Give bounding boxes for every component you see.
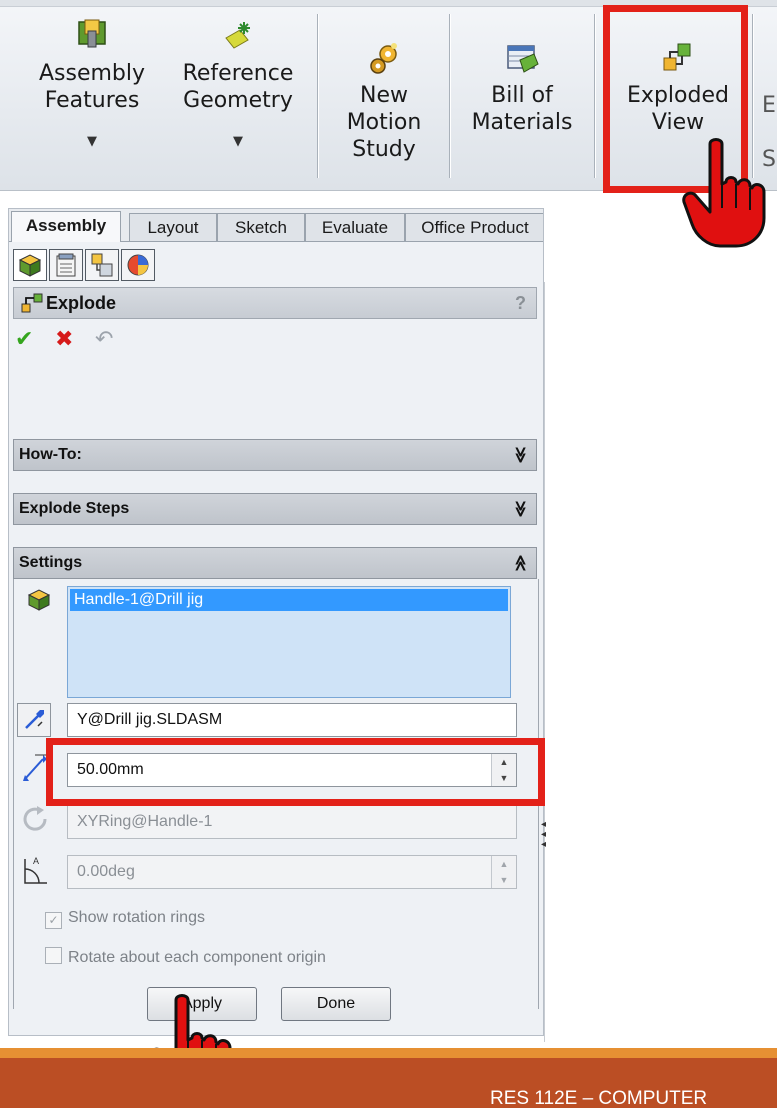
spin-up-icon[interactable]: ▲	[492, 856, 516, 872]
direction-arrow-icon	[25, 710, 44, 729]
cancel-icon[interactable]: ✖	[55, 327, 73, 352]
tab-evaluate[interactable]: Evaluate	[305, 213, 405, 241]
chevron-down-icon[interactable]: ≫	[505, 447, 535, 464]
property-manager-panel: Assembly Layout Sketch Evaluate Office P…	[8, 208, 544, 1036]
property-manager-icon	[56, 253, 76, 277]
settings-label: Settings	[19, 554, 83, 571]
bill-of-materials-icon	[507, 45, 539, 73]
configuration-manager-tab[interactable]	[85, 249, 119, 281]
ribbon-separator	[594, 14, 595, 178]
chevron-down-icon[interactable]: ▼	[170, 128, 306, 155]
feature-manager-icon	[18, 254, 42, 277]
tab-office-products[interactable]: Office Product	[405, 213, 543, 241]
property-manager-tab[interactable]	[49, 249, 83, 281]
motion-study-icon	[370, 43, 397, 74]
direction-field[interactable]: Y@Drill jig.SLDASM	[67, 703, 517, 737]
svg-text:A: A	[33, 856, 39, 866]
rotation-axis-field[interactable]: XYRing@Handle-1	[67, 805, 517, 839]
distance-highlight	[46, 738, 545, 806]
rotate-about-origin-label: Rotate about each component origin	[68, 949, 326, 966]
bill-of-materials-label-1: Bill of	[491, 83, 553, 108]
how-to-group[interactable]: How-To: ≫	[13, 439, 537, 471]
reference-geometry-button[interactable]: Reference Geometry ▼	[170, 18, 306, 155]
reference-geometry-icon	[225, 22, 250, 49]
ribbon-cutoff-label-1: E	[762, 93, 776, 118]
new-motion-study-label-2: Motion	[346, 110, 422, 135]
reference-geometry-label-2: Geometry	[183, 88, 293, 113]
rotate-about-origin-checkbox[interactable]: Rotate about each component origin	[45, 947, 326, 969]
explode-steps-label: Explode Steps	[19, 500, 130, 517]
pointing-hand-icon	[682, 138, 766, 248]
ribbon-separator	[449, 14, 450, 178]
reference-geometry-label-1: Reference	[182, 61, 294, 86]
assembly-features-icon	[78, 19, 106, 48]
explode-header: Explode ?	[13, 287, 537, 319]
help-icon[interactable]: ?	[515, 288, 526, 318]
tab-layout[interactable]: Layout	[129, 213, 217, 241]
checkbox-checked-icon[interactable]: ✓	[45, 912, 62, 929]
new-motion-study-label-3: Study	[352, 137, 416, 162]
ok-icon[interactable]: ✔	[15, 327, 33, 352]
chevron-up-icon[interactable]: ≪	[505, 555, 535, 572]
list-item[interactable]: Handle-1@Drill jig	[70, 589, 508, 611]
footer-accent-bar	[0, 1048, 777, 1058]
assembly-features-label-2: Features	[44, 88, 140, 113]
command-tabs: Assembly Layout Sketch Evaluate Office P…	[9, 209, 543, 242]
panel-splitter-handle[interactable]: ◂ ◂ ◂	[541, 820, 547, 860]
chevron-down-icon[interactable]: ▼	[26, 128, 158, 155]
tab-assembly[interactable]: Assembly	[11, 211, 121, 242]
ribbon-separator	[317, 14, 318, 178]
undo-icon[interactable]: ↶	[95, 327, 113, 352]
direction-button[interactable]	[17, 703, 51, 737]
done-button[interactable]: Done	[281, 987, 391, 1021]
show-rotation-rings-label: Show rotation rings	[68, 909, 205, 926]
bill-of-materials-button[interactable]: Bill of Materials	[458, 42, 586, 136]
chevron-down-icon[interactable]: ≫	[505, 501, 535, 518]
assembly-features-button[interactable]: Assembly Features ▼	[26, 18, 158, 155]
spin-down-icon[interactable]: ▼	[492, 872, 516, 888]
assembly-features-label-1: Assembly	[38, 61, 146, 86]
checkbox-empty-icon[interactable]	[45, 947, 62, 964]
panel-splitter-line	[544, 282, 545, 1042]
components-listbox[interactable]: Handle-1@Drill jig	[67, 586, 511, 698]
settings-group[interactable]: Settings ≪	[13, 547, 537, 579]
rotation-angle-value: 0.00deg	[77, 863, 135, 880]
tab-sketch[interactable]: Sketch	[217, 213, 305, 241]
rotation-axis-icon	[23, 806, 47, 831]
new-motion-study-button[interactable]: New Motion Study	[328, 42, 440, 163]
exploded-view-icon	[21, 293, 43, 313]
configuration-manager-icon	[91, 253, 113, 277]
display-manager-icon	[127, 254, 149, 276]
rotation-angle-icon: A	[24, 856, 47, 884]
component-icon	[27, 589, 51, 611]
how-to-label: How-To:	[19, 446, 82, 463]
explode-steps-group[interactable]: Explode Steps ≫	[13, 493, 537, 525]
rotation-angle-spinner[interactable]: ▲ ▼	[491, 856, 516, 888]
display-manager-tab[interactable]	[121, 249, 155, 281]
show-rotation-rings-checkbox[interactable]: ✓ Show rotation rings	[45, 907, 205, 929]
new-motion-study-label-1: New	[360, 83, 408, 108]
feature-manager-tab[interactable]	[13, 249, 47, 281]
footer-text: RES 112E – COMPUTER	[490, 1088, 708, 1109]
rotation-angle-field[interactable]: 0.00deg ▲ ▼	[67, 855, 517, 889]
bill-of-materials-label-2: Materials	[471, 110, 573, 135]
page-title: Explode	[46, 293, 117, 313]
